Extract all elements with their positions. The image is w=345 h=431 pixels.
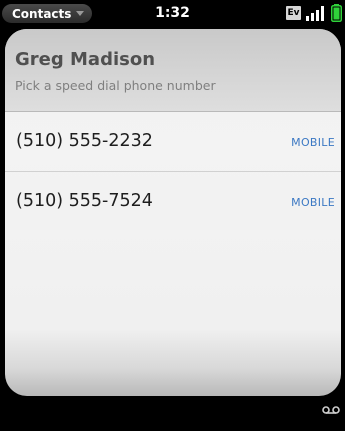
network-badge: Ev: [286, 6, 301, 20]
phone-type-label: MOBILE: [291, 136, 335, 149]
phone-type-label: MOBILE: [291, 196, 335, 209]
voicemail-icon[interactable]: [322, 405, 340, 415]
phone-number: (510) 555-2232: [16, 131, 153, 151]
contact-name: Greg Madison: [15, 49, 156, 70]
battery-icon: [331, 4, 342, 22]
status-bar: Contacts 1:32 Ev: [0, 0, 345, 26]
card-header: Greg Madison Pick a speed dial phone num…: [5, 29, 341, 112]
phone-number-row[interactable]: (510) 555-7524 MOBILE: [5, 172, 341, 232]
phone-screen: Contacts 1:32 Ev Greg Madison Pick a spe…: [0, 0, 345, 431]
signal-strength-icon: [306, 6, 324, 21]
header-subtitle: Pick a speed dial phone number: [15, 78, 216, 93]
phone-number-row[interactable]: (510) 555-2232 MOBILE: [5, 112, 341, 172]
phone-number: (510) 555-7524: [16, 191, 153, 211]
speed-dial-card: Greg Madison Pick a speed dial phone num…: [5, 29, 341, 396]
